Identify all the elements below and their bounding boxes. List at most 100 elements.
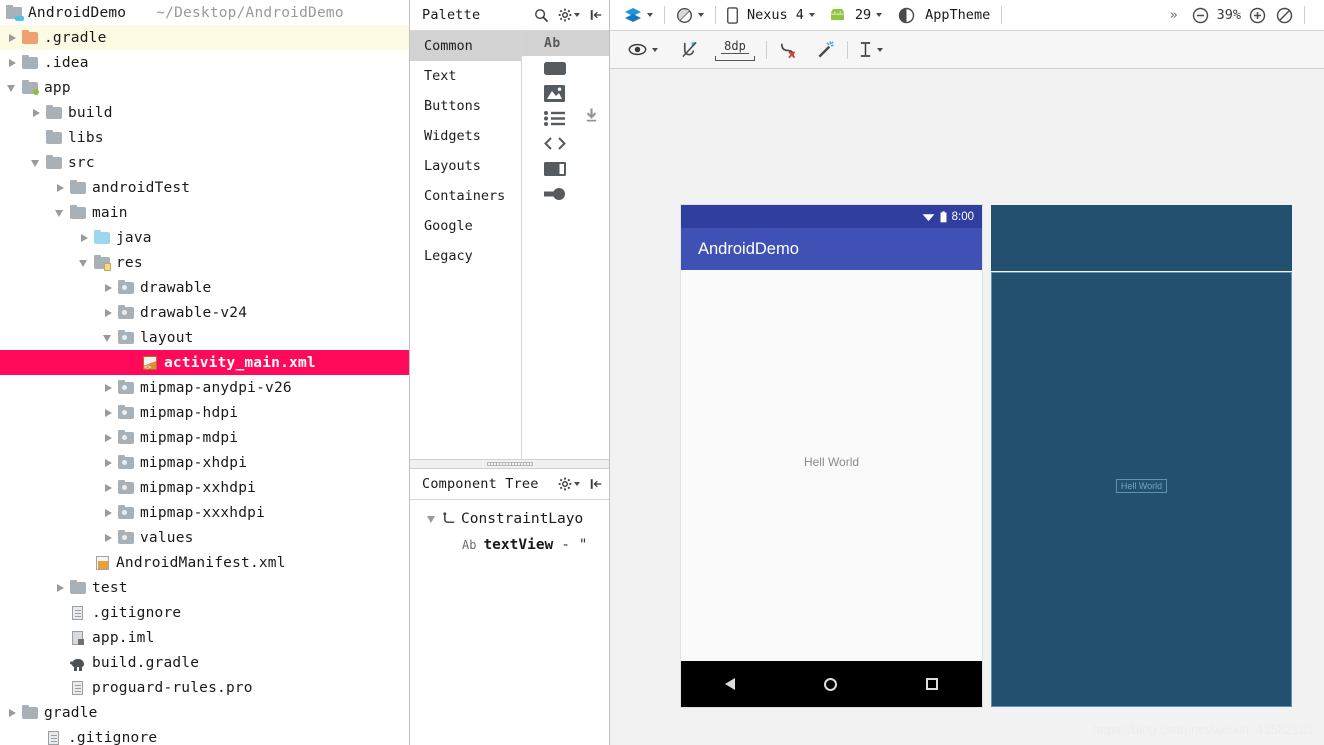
palette-category-buttons[interactable]: Buttons — [410, 91, 521, 121]
tree-row[interactable]: mipmap-xxxhdpi — [0, 500, 409, 525]
palette-category-layouts[interactable]: Layouts — [410, 151, 521, 181]
palette-widget-list[interactable]: Ab — [522, 31, 609, 459]
autoconnect-off-icon[interactable] — [680, 40, 699, 59]
tree-row[interactable]: build — [0, 100, 409, 125]
api-selector[interactable]: 29 — [829, 7, 883, 23]
chevron-down-icon[interactable] — [78, 256, 91, 269]
tree-row[interactable]: drawable-v24 — [0, 300, 409, 325]
chevron-down-icon[interactable] — [54, 206, 67, 219]
component-tree-body[interactable]: ConstraintLayo Ab textView - " — [410, 499, 609, 745]
tree-row[interactable]: .gradle — [0, 25, 409, 50]
orientation-button[interactable] — [676, 7, 704, 24]
download-icon[interactable] — [584, 107, 599, 123]
tree-row[interactable]: mipmap-xxhdpi — [0, 475, 409, 500]
blueprint-content-area[interactable]: Hell World — [991, 272, 1292, 707]
device-preview[interactable]: 8:00 AndroidDemo Hell World — [681, 205, 982, 707]
tree-row[interactable]: src — [0, 150, 409, 175]
tree-row[interactable]: java — [0, 225, 409, 250]
component-tree-node-constraintlayout[interactable]: ConstraintLayo — [410, 506, 609, 532]
zoom-fit-icon[interactable] — [1276, 7, 1293, 24]
theme-selector[interactable]: AppTheme — [898, 7, 990, 24]
chevron-right-icon[interactable] — [102, 531, 115, 544]
tree-row[interactable]: app.iml — [0, 625, 409, 650]
search-icon[interactable] — [534, 8, 549, 23]
chevron-right-icon[interactable] — [102, 481, 115, 494]
chevron-down-icon[interactable] — [6, 81, 19, 94]
tree-row[interactable]: mipmap-xhdpi — [0, 450, 409, 475]
tree-row[interactable]: .gitignore — [0, 725, 409, 745]
project-root-row[interactable]: AndroidDemo ~/Desktop/AndroidDemo — [0, 0, 409, 25]
device-content-area[interactable]: Hell World — [681, 270, 982, 661]
gear-icon[interactable] — [558, 477, 580, 491]
chevron-right-icon[interactable] — [102, 306, 115, 319]
tree-row[interactable]: res — [0, 250, 409, 275]
design-canvas[interactable]: 8:00 AndroidDemo Hell World Hell World h… — [610, 69, 1324, 745]
tree-row[interactable]: drawable — [0, 275, 409, 300]
chevron-right-icon[interactable] — [102, 456, 115, 469]
project-tree-panel[interactable]: AndroidDemo ~/Desktop/AndroidDemo .gradl… — [0, 0, 410, 745]
tree-row[interactable]: .gitignore — [0, 600, 409, 625]
tree-row[interactable]: androidTest — [0, 175, 409, 200]
toolbar-overflow-button[interactable]: » — [1170, 8, 1178, 23]
chevron-right-icon[interactable] — [102, 431, 115, 444]
component-tree-node-textview[interactable]: Ab textView - " — [410, 532, 609, 558]
tree-row[interactable]: mipmap-anydpi-v26 — [0, 375, 409, 400]
chevron-right-icon[interactable] — [6, 31, 19, 44]
device-selector[interactable]: Nexus 4 — [727, 6, 815, 24]
palette-category-google[interactable]: Google — [410, 211, 521, 241]
tree-row[interactable]: app — [0, 75, 409, 100]
palette-widget-fragment[interactable] — [522, 131, 609, 156]
chevron-right-icon[interactable] — [102, 506, 115, 519]
chevron-right-icon[interactable] — [54, 581, 67, 594]
tree-row[interactable]: activity_main.xml — [0, 350, 409, 375]
palette-category-common[interactable]: Common — [410, 31, 521, 61]
chevron-right-icon[interactable] — [6, 56, 19, 69]
blueprint-textview[interactable]: Hell World — [1115, 478, 1168, 493]
visibility-button[interactable] — [628, 43, 658, 56]
palette-category-legacy[interactable]: Legacy — [410, 241, 521, 271]
clear-constraints-icon[interactable] — [778, 40, 797, 59]
tree-row[interactable]: build.gradle — [0, 650, 409, 675]
collapse-panel-icon[interactable] — [589, 477, 603, 491]
blueprint-preview[interactable]: Hell World — [991, 205, 1292, 707]
chevron-right-icon[interactable] — [78, 231, 91, 244]
magic-wand-icon[interactable] — [817, 40, 836, 59]
palette-category-widgets[interactable]: Widgets — [410, 121, 521, 151]
zoom-in-icon[interactable] — [1249, 7, 1266, 24]
tree-row[interactable]: .idea — [0, 50, 409, 75]
tree-row[interactable]: mipmap-hdpi — [0, 400, 409, 425]
palette-category-containers[interactable]: Containers — [410, 181, 521, 211]
chevron-right-icon[interactable] — [102, 381, 115, 394]
tree-row[interactable]: libs — [0, 125, 409, 150]
tree-row[interactable]: gradle — [0, 700, 409, 725]
zoom-out-icon[interactable] — [1192, 7, 1209, 24]
palette-widget-scrollview[interactable] — [522, 156, 609, 181]
gear-icon[interactable] — [558, 8, 580, 22]
tree-row[interactable]: AndroidManifest.xml — [0, 550, 409, 575]
tree-row[interactable]: values — [0, 525, 409, 550]
chevron-down-icon[interactable] — [102, 331, 115, 344]
collapse-panel-icon[interactable] — [589, 8, 603, 22]
tree-row[interactable]: proguard-rules.pro — [0, 675, 409, 700]
panel-splitter[interactable] — [410, 458, 609, 469]
palette-widget-switch[interactable] — [522, 181, 609, 206]
chevron-right-icon[interactable] — [6, 706, 19, 719]
chevron-down-icon[interactable] — [30, 156, 43, 169]
chevron-right-icon[interactable] — [30, 106, 43, 119]
default-margin-control[interactable]: 8dp — [715, 39, 755, 61]
palette-widget-button[interactable] — [522, 56, 609, 81]
chevron-down-icon[interactable] — [426, 512, 439, 525]
chevron-right-icon[interactable] — [102, 281, 115, 294]
palette-category-text[interactable]: Text — [410, 61, 521, 91]
tree-row[interactable]: main — [0, 200, 409, 225]
palette-widget-textview[interactable]: Ab — [522, 31, 609, 56]
palette-category-list[interactable]: Common Text Buttons Widgets Layouts Container… — [410, 31, 522, 459]
guidelines-button[interactable] — [859, 41, 883, 58]
chevron-right-icon[interactable] — [54, 181, 67, 194]
palette-widget-imageview[interactable] — [522, 81, 609, 106]
chevron-right-icon[interactable] — [102, 406, 115, 419]
design-mode-button[interactable] — [624, 7, 653, 23]
tree-row[interactable]: layout — [0, 325, 409, 350]
tree-row[interactable]: mipmap-mdpi — [0, 425, 409, 450]
preview-textview[interactable]: Hell World — [804, 455, 859, 469]
